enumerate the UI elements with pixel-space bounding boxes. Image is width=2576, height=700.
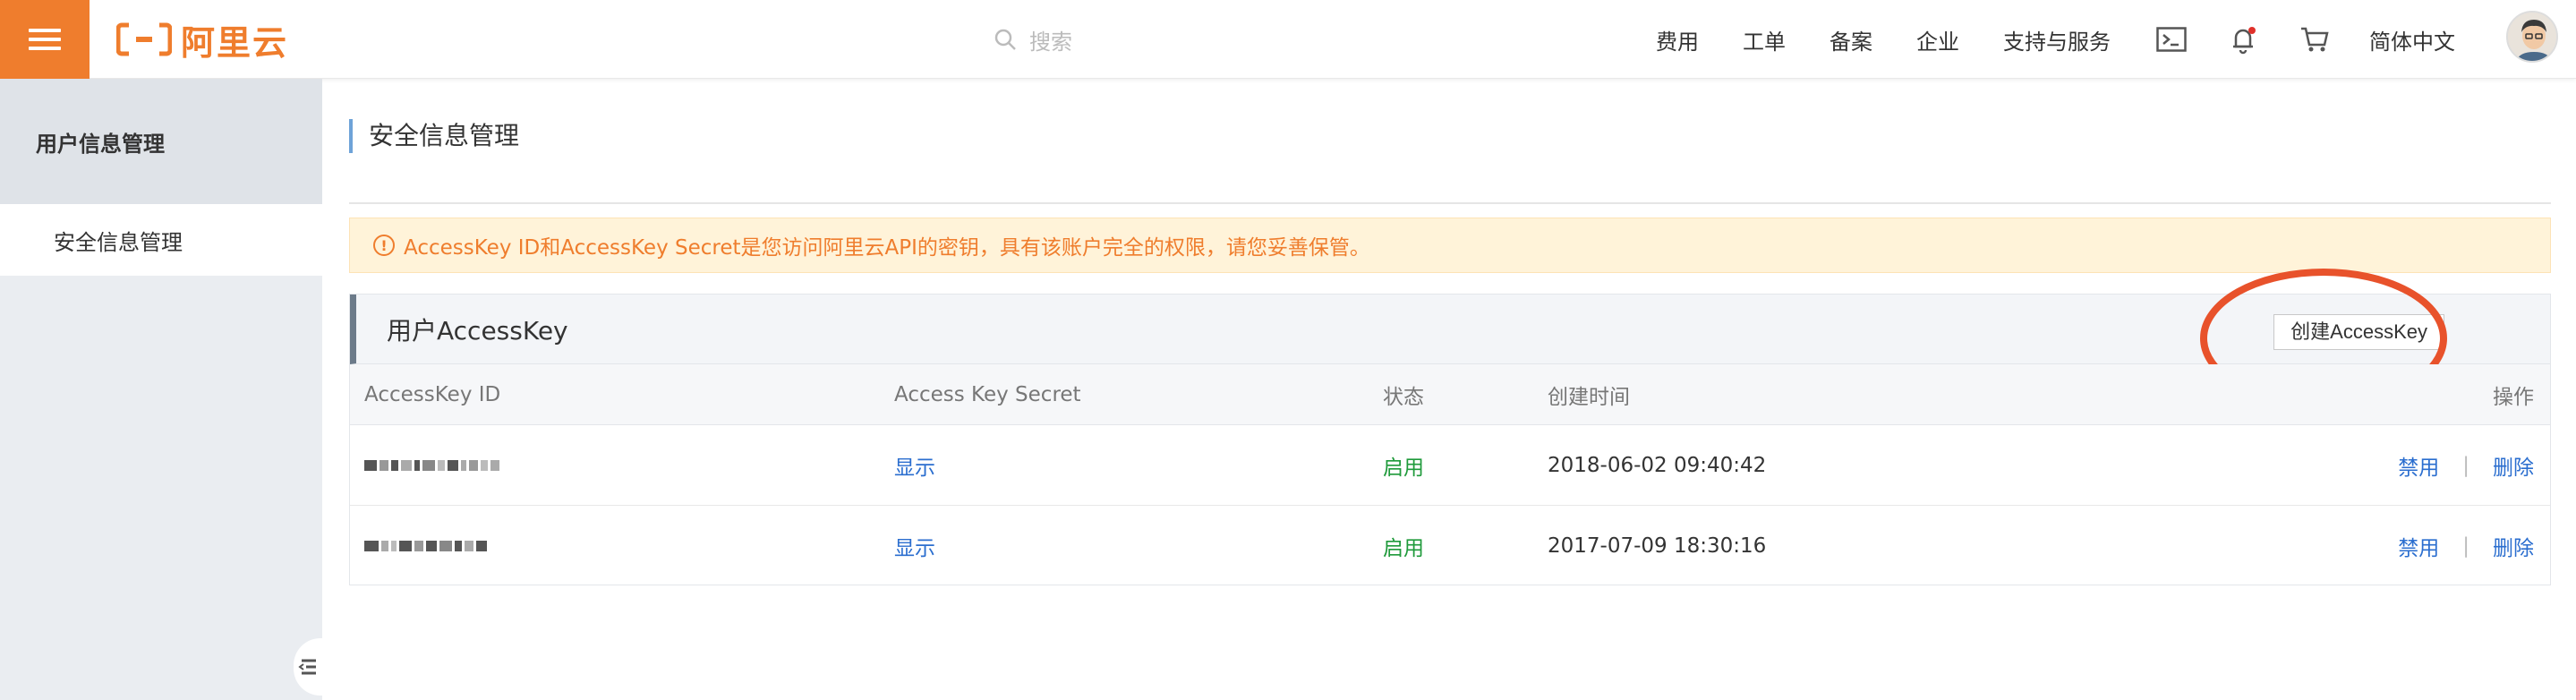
row-actions: 禁用 | 删除	[2398, 506, 2534, 586]
search-icon	[994, 29, 1016, 50]
col-accesskey-id: AccessKey ID	[364, 382, 501, 406]
create-accesskey-button[interactable]: 创建AccessKey	[2273, 314, 2444, 350]
table-row: 显示 启用 2018-06-02 09:40:42 禁用 | 删除	[350, 425, 2550, 506]
terminal-icon[interactable]	[2154, 22, 2188, 56]
created-time: 2018-06-02 09:40:42	[1548, 453, 1767, 477]
logo[interactable]: 阿里云	[116, 16, 288, 63]
created-time: 2017-07-09 18:30:16	[1548, 534, 1767, 558]
row-actions: 禁用 | 删除	[2398, 425, 2534, 505]
search-box[interactable]: 搜索	[994, 18, 1072, 61]
disable-link[interactable]: 禁用	[2398, 531, 2439, 561]
sidebar: 用户信息管理 安全信息管理	[0, 79, 322, 700]
sidebar-item-security[interactable]: 安全信息管理	[0, 204, 322, 276]
security-alert: ! AccessKey ID和AccessKey Secret是您访问阿里云AP…	[349, 218, 2551, 273]
top-nav: 费用 工单 备案 企业 支持与服务 简体中文	[1656, 0, 2499, 79]
page-title: 安全信息管理	[349, 119, 519, 153]
bell-icon[interactable]	[2226, 22, 2260, 56]
col-actions: 操作	[2493, 385, 2534, 409]
warning-icon: !	[373, 235, 395, 256]
status-badge: 启用	[1383, 537, 1424, 560]
nav-support[interactable]: 支持与服务	[2003, 24, 2111, 55]
accesskey-id-redacted	[364, 425, 499, 505]
top-bar: 阿里云 搜索 费用 工单 备案 企业 支持与服务 简体中文	[0, 0, 2576, 79]
aliyun-logo-icon	[116, 22, 172, 56]
col-created: 创建时间	[1548, 385, 1630, 409]
accesskey-id-redacted	[364, 506, 487, 586]
table-header: AccessKey ID Access Key Secret 状态 创建时间 操…	[350, 364, 2550, 425]
logo-text: 阿里云	[181, 22, 289, 63]
divider	[349, 202, 2551, 204]
status-badge: 启用	[1383, 456, 1424, 480]
nav-icp[interactable]: 备案	[1830, 24, 1872, 55]
show-secret-link[interactable]: 显示	[894, 506, 935, 586]
show-secret-link[interactable]: 显示	[894, 425, 935, 505]
delete-link[interactable]: 删除	[2493, 531, 2534, 561]
accesskey-table-card: 用户AccessKey 创建AccessKey AccessKey ID Acc…	[349, 269, 2551, 586]
hamburger-icon	[29, 29, 61, 50]
language-switch[interactable]: 简体中文	[2369, 24, 2455, 55]
nav-tickets[interactable]: 工单	[1743, 24, 1786, 55]
card-header: 用户AccessKey 创建AccessKey	[350, 269, 2550, 408]
disable-link[interactable]: 禁用	[2398, 450, 2439, 481]
sidebar-title: 用户信息管理	[0, 79, 322, 204]
col-accesskey-secret: Access Key Secret	[894, 382, 1081, 406]
alert-text: AccessKey ID和AccessKey Secret是您访问阿里云API的…	[404, 236, 1370, 260]
nav-billing[interactable]: 费用	[1656, 24, 1699, 55]
delete-link[interactable]: 删除	[2493, 450, 2534, 481]
action-separator: |	[2462, 453, 2469, 477]
search-placeholder: 搜索	[1029, 29, 1072, 55]
collapse-icon	[298, 659, 316, 675]
main-content: 安全信息管理 ! AccessKey ID和AccessKey Secret是您…	[349, 79, 2551, 700]
menu-button[interactable]	[0, 0, 90, 79]
card-title: 用户AccessKey	[387, 315, 568, 346]
avatar[interactable]	[2506, 11, 2558, 63]
table-row: 显示 启用 2017-07-09 18:30:16 禁用 | 删除	[350, 506, 2550, 586]
sidebar-collapse-button[interactable]	[294, 638, 322, 696]
col-status: 状态	[1383, 385, 1424, 409]
cart-icon[interactable]	[2298, 22, 2332, 56]
nav-enterprise[interactable]: 企业	[1916, 24, 1959, 55]
action-separator: |	[2462, 534, 2469, 558]
